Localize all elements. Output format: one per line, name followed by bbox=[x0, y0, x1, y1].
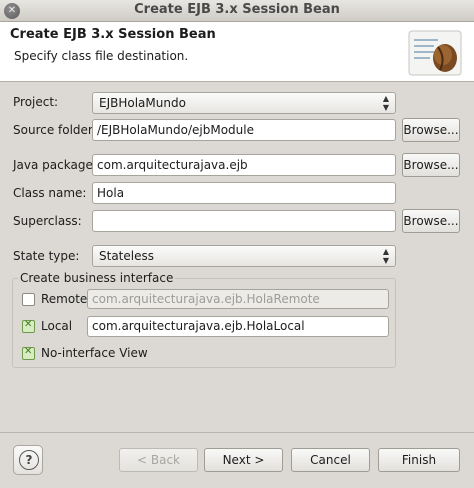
no-interface-label: No-interface View bbox=[41, 346, 148, 360]
cancel-button[interactable]: Cancel bbox=[291, 448, 370, 472]
browse-package-button[interactable]: Browse... bbox=[402, 153, 460, 177]
browse-superclass-button[interactable]: Browse... bbox=[402, 209, 460, 233]
java-package-label: Java package: bbox=[13, 158, 97, 172]
java-package-field[interactable]: com.arquitecturajava.ejb bbox=[92, 154, 396, 176]
business-interface-title: Create business interface bbox=[18, 271, 176, 285]
help-icon: ? bbox=[19, 450, 39, 470]
source-folder-label: Source folder: bbox=[13, 123, 97, 137]
class-name-label: Class name: bbox=[13, 186, 87, 200]
coffee-bean-wizard-icon bbox=[408, 30, 462, 76]
project-combo-value: EJBHolaMundo bbox=[99, 96, 186, 110]
updown-arrows-icon: ▲ ▼ bbox=[382, 247, 389, 265]
local-checkbox[interactable] bbox=[22, 319, 35, 333]
local-label: Local bbox=[41, 319, 73, 333]
local-interface-field[interactable]: com.arquitecturajava.ejb.HolaLocal bbox=[87, 316, 389, 337]
back-button[interactable]: < Back bbox=[119, 448, 198, 472]
wizard-heading: Create EJB 3.x Session Bean bbox=[10, 27, 216, 42]
help-button[interactable]: ? bbox=[13, 445, 43, 475]
finish-button[interactable]: Finish bbox=[378, 448, 460, 472]
remote-interface-field: com.arquitecturajava.ejb.HolaRemote bbox=[87, 289, 389, 309]
state-type-label: State type: bbox=[13, 249, 80, 263]
no-interface-checkbox[interactable] bbox=[22, 346, 35, 360]
class-name-field[interactable]: Hola bbox=[92, 182, 396, 204]
superclass-label: Superclass: bbox=[13, 214, 82, 228]
project-label: Project: bbox=[13, 95, 59, 109]
wizard-subtitle: Specify class file destination. bbox=[14, 49, 189, 63]
window-title: Create EJB 3.x Session Bean bbox=[134, 2, 340, 17]
remote-label: Remote bbox=[41, 292, 88, 306]
title-bar: ✕ Create EJB 3.x Session Bean bbox=[0, 0, 474, 22]
remote-checkbox[interactable] bbox=[22, 293, 35, 306]
superclass-field[interactable] bbox=[92, 210, 396, 232]
project-combo[interactable]: EJBHolaMundo ▲ ▼ bbox=[92, 92, 396, 114]
footer-separator bbox=[0, 432, 474, 433]
updown-arrows-icon: ▲ ▼ bbox=[382, 94, 389, 112]
wizard-banner: Create EJB 3.x Session Bean Specify clas… bbox=[0, 22, 474, 82]
state-type-combo[interactable]: Stateless ▲ ▼ bbox=[92, 245, 396, 267]
source-folder-field[interactable]: /EJBHolaMundo/ejbModule bbox=[92, 119, 396, 141]
state-type-combo-value: Stateless bbox=[99, 249, 154, 263]
browse-source-folder-button[interactable]: Browse... bbox=[402, 118, 460, 142]
next-button[interactable]: Next > bbox=[204, 448, 283, 472]
